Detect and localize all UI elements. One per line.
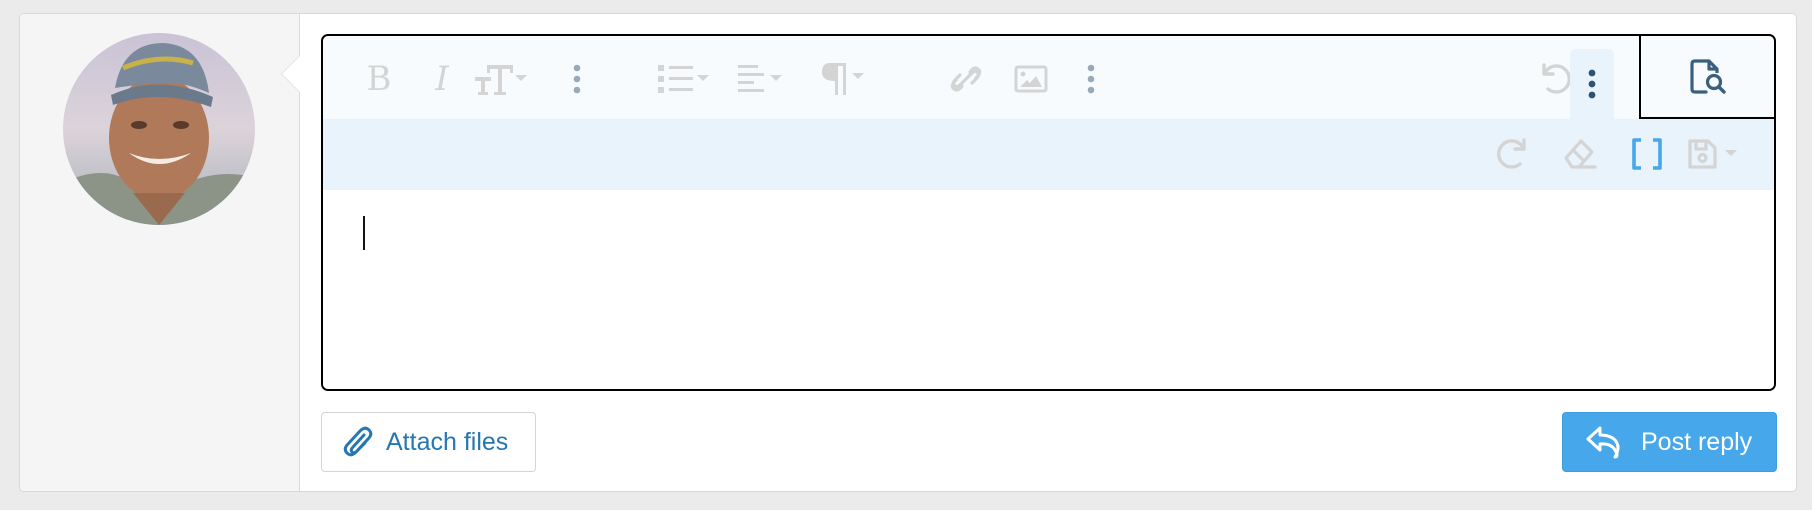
- list-button[interactable]: [654, 56, 714, 102]
- brackets-icon: [1632, 138, 1662, 170]
- paragraph-icon: [822, 63, 864, 95]
- italic-icon: I: [435, 59, 449, 99]
- toolbar-row-secondary: [323, 119, 1774, 190]
- preview-button[interactable]: [1639, 36, 1774, 119]
- avatar[interactable]: [63, 33, 255, 225]
- link-button[interactable]: [943, 56, 989, 102]
- text-size-icon: [475, 65, 527, 95]
- drafts-button[interactable]: [1685, 131, 1745, 177]
- toggle-bbcode-button[interactable]: [1624, 131, 1670, 177]
- align-icon: [738, 65, 782, 92]
- preview-icon: [1689, 58, 1726, 94]
- list-icon: [658, 65, 709, 93]
- redo-button[interactable]: [1489, 131, 1535, 177]
- bubble-arrow: [282, 56, 300, 92]
- paperclip-icon: [343, 426, 373, 457]
- undo-icon: [1542, 63, 1571, 94]
- redo-icon: [1497, 138, 1526, 169]
- user-column: [20, 14, 300, 491]
- align-button[interactable]: [734, 56, 794, 102]
- image-button[interactable]: [1008, 56, 1054, 102]
- more-vertical-icon: [1087, 64, 1095, 94]
- bold-button[interactable]: B: [356, 56, 402, 102]
- save-icon: [1688, 139, 1737, 169]
- more-options-button[interactable]: [1570, 49, 1614, 119]
- attach-files-label: Attach files: [386, 427, 509, 456]
- rich-text-editor[interactable]: B I: [321, 34, 1776, 391]
- font-size-button[interactable]: [471, 56, 535, 102]
- avatar-image: [63, 33, 255, 225]
- editor-content[interactable]: [323, 190, 1774, 389]
- more-text-options-button[interactable]: [557, 56, 597, 102]
- post-reply-button[interactable]: Post reply: [1562, 412, 1777, 472]
- remove-formatting-button[interactable]: [1557, 131, 1603, 177]
- toolbar-row-primary: B I: [323, 36, 1774, 119]
- link-icon: [950, 66, 982, 92]
- italic-button[interactable]: I: [419, 56, 465, 102]
- more-vertical-icon: [1588, 69, 1596, 99]
- reply-icon: [1586, 426, 1620, 459]
- text-caret: [363, 216, 365, 250]
- more-vertical-icon: [573, 64, 581, 94]
- post-reply-label: Post reply: [1641, 427, 1753, 456]
- eraser-icon: [1564, 139, 1597, 169]
- attach-files-button[interactable]: Attach files: [321, 412, 536, 472]
- image-icon: [1014, 65, 1048, 93]
- bold-icon: B: [366, 59, 392, 99]
- quick-reply-block: B I Attach files Post reply: [19, 13, 1797, 492]
- more-insert-options-button[interactable]: [1071, 56, 1111, 102]
- paragraph-button[interactable]: [814, 56, 874, 102]
